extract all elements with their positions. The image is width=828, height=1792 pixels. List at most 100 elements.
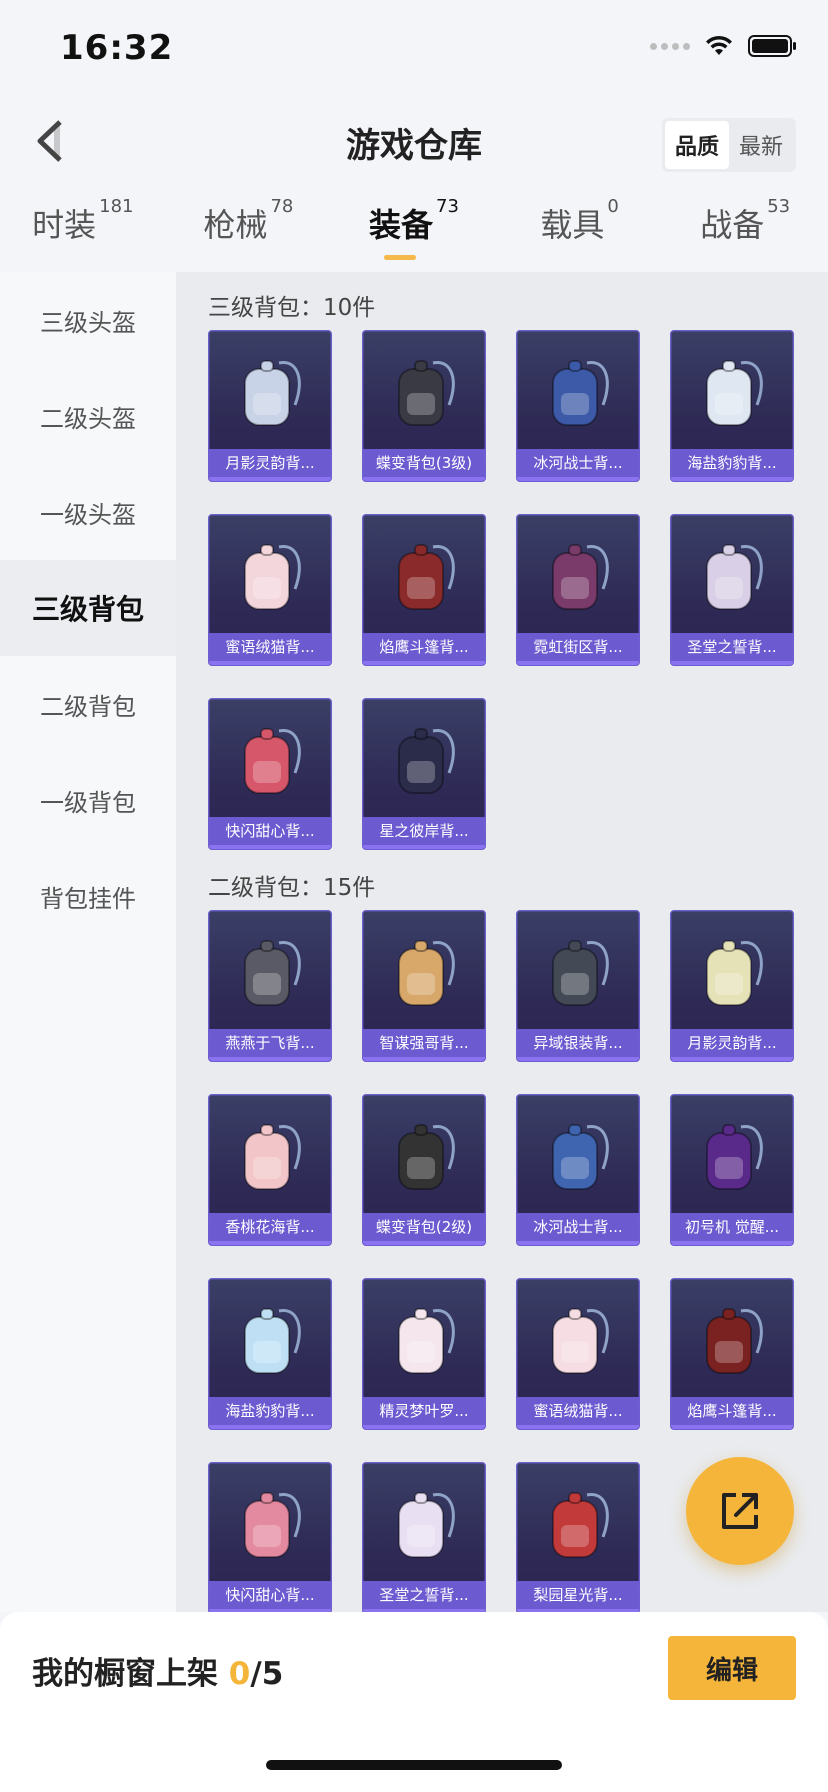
backpack-icon (706, 544, 763, 610)
sidebar-item-backpack-lv2[interactable]: 二级背包 (0, 656, 176, 752)
item-name: 蝶变背包(2级) (363, 1213, 485, 1241)
sort-quality-option[interactable]: 品质 (664, 121, 729, 169)
backpack-icon (398, 728, 455, 794)
item-card[interactable]: 月影灵韵背... (208, 330, 332, 482)
item-card[interactable]: 圣堂之誓背... (670, 514, 794, 666)
item-name: 海盐豹豹背... (671, 449, 793, 477)
backpack-icon (398, 544, 455, 610)
item-card[interactable]: 海盐豹豹背... (670, 330, 794, 482)
item-card[interactable]: 冰河战士背... (516, 1094, 640, 1246)
item-card[interactable]: 焰鹰斗篷背... (670, 1278, 794, 1430)
item-name: 圣堂之誓背... (671, 633, 793, 661)
backpack-icon (552, 1492, 609, 1558)
tab-guns[interactable]: 枪械 78 (166, 196, 332, 270)
item-name: 霓虹街区背... (517, 633, 639, 661)
item-name: 精灵梦叶罗... (363, 1397, 485, 1425)
showcase-label: 我的橱窗上架 (32, 1656, 218, 1692)
backpack-icon (398, 1308, 455, 1374)
showcase-status: 我的橱窗上架 0/5 (32, 1648, 283, 1693)
backpack-icon (244, 728, 301, 794)
item-name: 梨园星光背... (517, 1581, 639, 1609)
sidebar-item-backpack-lv3[interactable]: 三级背包 (0, 560, 176, 656)
item-card[interactable]: 精灵梦叶罗... (362, 1278, 486, 1430)
tab-indicator (383, 255, 416, 260)
sidebar-item-helmet-lv3[interactable]: 三级头盔 (0, 272, 176, 368)
signal-icon (650, 42, 690, 50)
sort-newest-option[interactable]: 最新 (729, 121, 793, 169)
item-card[interactable]: 蝶变背包(3级) (362, 330, 486, 482)
battery-icon (748, 35, 796, 57)
backpack-icon (706, 940, 763, 1006)
sidebar-item-backpack-lv1[interactable]: 一级背包 (0, 752, 176, 848)
backpack-icon (552, 1124, 609, 1190)
item-card[interactable]: 燕燕于飞背... (208, 910, 332, 1062)
tab-equipment[interactable]: 装备 73 (331, 196, 497, 270)
item-card[interactable]: 初号机 觉醒... (670, 1094, 794, 1246)
edit-button[interactable]: 编辑 (668, 1636, 796, 1700)
backpack-icon (244, 360, 301, 426)
item-card[interactable]: 香桃花海背... (208, 1094, 332, 1246)
item-card[interactable]: 蝶变背包(2级) (362, 1094, 486, 1246)
item-name: 蝶变背包(3级) (363, 449, 485, 477)
wifi-icon (706, 35, 732, 55)
item-name: 快闪甜心背... (209, 817, 331, 845)
item-name: 星之彼岸背... (363, 817, 485, 845)
item-name: 月影灵韵背... (671, 1029, 793, 1057)
tab-count: 0 (607, 196, 619, 217)
item-card[interactable]: 圣堂之誓背... (362, 1462, 486, 1612)
category-tabs: 时装 181 枪械 78 装备 73 载具 0 战备 53 (0, 196, 828, 270)
item-name: 冰河战士背... (517, 449, 639, 477)
backpack-icon (398, 1124, 455, 1190)
item-name: 快闪甜心背... (209, 1581, 331, 1609)
item-name: 初号机 觉醒... (671, 1213, 793, 1241)
item-name: 月影灵韵背... (209, 449, 331, 477)
tab-supplies[interactable]: 战备 53 (662, 196, 828, 270)
tab-label: 时装 (32, 206, 97, 244)
showcase-total-count: /5 (250, 1656, 284, 1692)
item-name: 焰鹰斗篷背... (671, 1397, 793, 1425)
item-card[interactable]: 异域银装背... (516, 910, 640, 1062)
tab-fashion[interactable]: 时装 181 (0, 196, 166, 270)
share-button[interactable] (686, 1457, 794, 1565)
status-bar: 16:32 (0, 0, 828, 100)
item-name: 燕燕于飞背... (209, 1029, 331, 1057)
tab-vehicles[interactable]: 载具 0 (497, 196, 663, 270)
subcategory-sidebar: 三级头盔 二级头盔 一级头盔 三级背包 二级背包 一级背包 背包挂件 (0, 272, 176, 1612)
backpack-icon (244, 1492, 301, 1558)
backpack-icon (552, 360, 609, 426)
item-name: 冰河战士背... (517, 1213, 639, 1241)
tab-count: 53 (767, 196, 791, 217)
item-list[interactable]: 三级背包：10件 月影灵韵背... 蝶变背包(3级) 冰河战士背... 海盐豹豹背..… (176, 272, 828, 1612)
share-icon (722, 1493, 758, 1529)
backpack-icon (244, 1308, 301, 1374)
backpack-icon (706, 360, 763, 426)
item-card[interactable]: 梨园星光背... (516, 1462, 640, 1612)
item-card[interactable]: 海盐豹豹背... (208, 1278, 332, 1430)
item-grid: 月影灵韵背... 蝶变背包(3级) 冰河战士背... 海盐豹豹背... 蜜语绒猫背...… (176, 318, 828, 850)
item-card[interactable]: 冰河战士背... (516, 330, 640, 482)
showcase-current-count: 0 (228, 1656, 251, 1692)
backpack-icon (244, 940, 301, 1006)
item-card[interactable]: 智谋强哥背... (362, 910, 486, 1062)
item-card[interactable]: 星之彼岸背... (362, 698, 486, 850)
tab-label: 枪械 (203, 206, 268, 244)
sidebar-item-backpack-charm[interactable]: 背包挂件 (0, 848, 176, 944)
item-card[interactable]: 快闪甜心背... (208, 1462, 332, 1612)
sidebar-item-helmet-lv2[interactable]: 二级头盔 (0, 368, 176, 464)
tab-count: 73 (436, 196, 459, 217)
status-icons (650, 34, 798, 58)
backpack-icon (398, 1492, 455, 1558)
tab-label: 载具 (540, 206, 605, 244)
sidebar-item-helmet-lv1[interactable]: 一级头盔 (0, 464, 176, 560)
item-name: 香桃花海背... (209, 1213, 331, 1241)
backpack-icon (552, 940, 609, 1006)
item-card[interactable]: 快闪甜心背... (208, 698, 332, 850)
item-card[interactable]: 焰鹰斗篷背... (362, 514, 486, 666)
item-card[interactable]: 蜜语绒猫背... (516, 1278, 640, 1430)
item-name: 圣堂之誓背... (363, 1581, 485, 1609)
item-card[interactable]: 月影灵韵背... (670, 910, 794, 1062)
item-card[interactable]: 霓虹街区背... (516, 514, 640, 666)
backpack-icon (552, 1308, 609, 1374)
item-card[interactable]: 蜜语绒猫背... (208, 514, 332, 666)
backpack-icon (244, 1124, 301, 1190)
